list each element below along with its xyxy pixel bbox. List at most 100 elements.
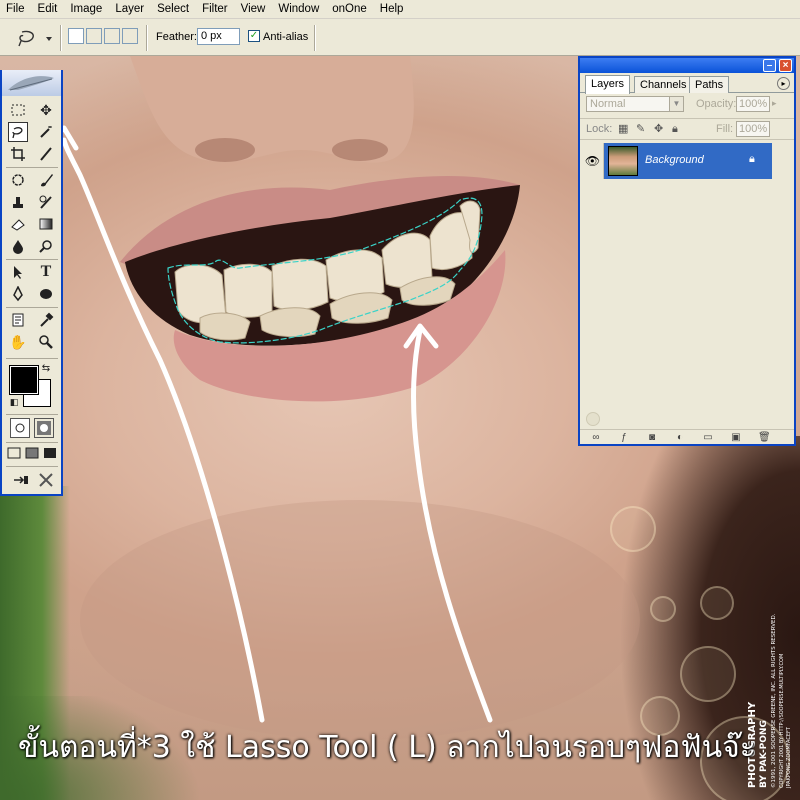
opacity-label: Opacity: — [696, 98, 737, 110]
separator — [146, 25, 148, 51]
menu-view[interactable]: View — [235, 0, 273, 19]
healing-brush-tool-icon[interactable] — [8, 170, 28, 190]
layer-row-background[interactable]: 👁︎ Background 🔒︎ — [582, 143, 772, 179]
credit-copyright: ©1991, 2001 SOOPERSE GREENE, INC. ALL RI… — [771, 613, 777, 789]
palette-tabs: Layers Channels Paths ▸ — [580, 73, 794, 94]
lock-image-icon[interactable]: ✎ — [636, 123, 648, 135]
antialias-label: Anti-alias — [263, 31, 309, 43]
palette-menu-icon[interactable]: ▸ — [777, 77, 790, 90]
feather-input[interactable]: 0 px — [197, 28, 240, 45]
separator — [6, 358, 58, 359]
marquee-tool-icon[interactable] — [8, 100, 28, 120]
gradient-tool-icon[interactable] — [36, 214, 56, 234]
menu-select[interactable]: Select — [151, 0, 196, 19]
layer-style-icon[interactable]: ƒ — [618, 432, 630, 443]
separator — [6, 259, 58, 260]
blur-tool-icon[interactable] — [8, 236, 28, 256]
minimize-icon[interactable]: – — [763, 59, 776, 72]
new-selection-button[interactable] — [68, 28, 84, 44]
eyedropper-tool-icon[interactable] — [36, 310, 56, 330]
eraser-tool-icon[interactable] — [8, 214, 28, 234]
menu-edit[interactable]: Edit — [32, 0, 65, 19]
crop-tool-icon[interactable] — [8, 144, 28, 164]
intersect-selection-button[interactable] — [122, 28, 138, 44]
nostril-right — [332, 139, 388, 161]
tools-palette-header[interactable] — [2, 70, 61, 96]
feather-label: Feather: — [156, 31, 197, 43]
adjustment-layer-icon[interactable]: ◐ — [674, 432, 686, 443]
menu-filter[interactable]: Filter — [196, 0, 235, 19]
layer-mask-icon[interactable]: ◙ — [646, 432, 658, 443]
screen-mode-full-menu-icon[interactable] — [24, 445, 40, 461]
bokeh-circle — [610, 506, 656, 552]
tab-layers[interactable]: Layers — [585, 75, 631, 94]
lock-all-icon[interactable]: 🔒︎ — [672, 123, 684, 135]
antialias-checkbox[interactable]: ✓ — [248, 30, 260, 42]
credit-author: BY PAK-PONG — [759, 720, 769, 788]
history-brush-tool-icon[interactable] — [36, 192, 56, 212]
dodge-tool-icon[interactable] — [36, 236, 56, 256]
notes-tool-icon[interactable] — [8, 310, 28, 330]
menu-file[interactable]: File — [0, 0, 32, 19]
layer-name: Background — [645, 154, 704, 166]
opacity-slider-arrow-icon[interactable]: ▸ — [772, 98, 777, 109]
tab-paths[interactable]: Paths — [689, 76, 730, 93]
move-tool-icon[interactable]: ✥ — [36, 100, 56, 120]
opacity-input[interactable]: 100% — [736, 96, 770, 112]
pen-tool-icon[interactable] — [8, 284, 28, 304]
menu-layer[interactable]: Layer — [109, 0, 151, 19]
foreground-color-swatch[interactable] — [9, 365, 39, 395]
eye-visibility-icon[interactable]: 👁︎ — [582, 143, 604, 179]
new-group-icon[interactable]: ▭ — [702, 432, 714, 443]
layer-thumbnail — [608, 146, 638, 176]
default-colors-icon[interactable]: ◧ — [8, 396, 20, 408]
imageready-icon[interactable] — [36, 470, 56, 490]
lasso-tool-icon[interactable] — [8, 122, 28, 142]
new-layer-icon[interactable]: ▣ — [730, 432, 742, 443]
menu-help[interactable]: Help — [374, 0, 411, 19]
separator — [6, 167, 58, 168]
hand-tool-icon[interactable]: ✋ — [8, 332, 28, 352]
chin-shadow — [80, 500, 640, 740]
separator — [6, 307, 58, 308]
menu-image[interactable]: Image — [64, 0, 109, 19]
credit-url: COPYRIGHT 2001 BY HTTP://SOOPERSE.MULTIP… — [779, 653, 785, 788]
magic-wand-tool-icon[interactable] — [36, 122, 56, 142]
zoom-tool-icon[interactable] — [36, 332, 56, 352]
link-layers-icon[interactable]: ∞ — [590, 432, 602, 443]
delete-layer-icon[interactable]: 🗑︎ — [758, 432, 771, 443]
add-to-selection-button[interactable] — [86, 28, 102, 44]
slice-tool-icon[interactable] — [36, 144, 56, 164]
tools-palette: ✥ T ✋ ⇆ ◧ — [0, 70, 63, 496]
tool-preset-picker[interactable] — [8, 27, 56, 49]
menu-onone[interactable]: onOne — [326, 0, 374, 19]
clone-stamp-tool-icon[interactable] — [8, 192, 28, 212]
fill-input[interactable]: 100% — [736, 121, 770, 137]
tab-channels[interactable]: Channels — [634, 76, 693, 93]
chevron-down-icon: ▼ — [669, 97, 683, 111]
close-icon[interactable]: × — [779, 59, 792, 72]
path-selection-tool-icon[interactable] — [8, 262, 28, 282]
ellipse-tool-icon[interactable] — [36, 284, 56, 304]
quick-mask-mode-icon[interactable] — [34, 418, 54, 438]
separator — [6, 466, 58, 467]
separator — [6, 442, 58, 443]
lock-transparency-icon[interactable]: ▦ — [618, 123, 630, 135]
menu-window[interactable]: Window — [272, 0, 326, 19]
screen-mode-standard-icon[interactable] — [6, 445, 22, 461]
lock-position-icon[interactable]: ✥ — [654, 123, 666, 135]
palette-titlebar[interactable]: – × — [580, 58, 794, 73]
bokeh-circle — [650, 596, 676, 622]
subtract-from-selection-button[interactable] — [104, 28, 120, 44]
credit-handle: JPAKPONG ZOOMFACEFT — [786, 727, 792, 788]
separator — [60, 25, 62, 51]
menu-bar: File Edit Image Layer Select Filter View… — [0, 0, 800, 19]
brush-tool-icon[interactable] — [36, 170, 56, 190]
standard-mode-icon[interactable] — [10, 418, 30, 438]
type-tool-icon[interactable]: T — [36, 262, 56, 282]
jump-to-imageready-icon[interactable] — [10, 470, 32, 490]
blend-mode-select[interactable]: Normal ▼ — [586, 96, 684, 112]
screen-mode-full-icon[interactable] — [42, 445, 58, 461]
swap-colors-icon[interactable]: ⇆ — [40, 362, 52, 374]
blend-mode-value: Normal — [590, 98, 626, 110]
